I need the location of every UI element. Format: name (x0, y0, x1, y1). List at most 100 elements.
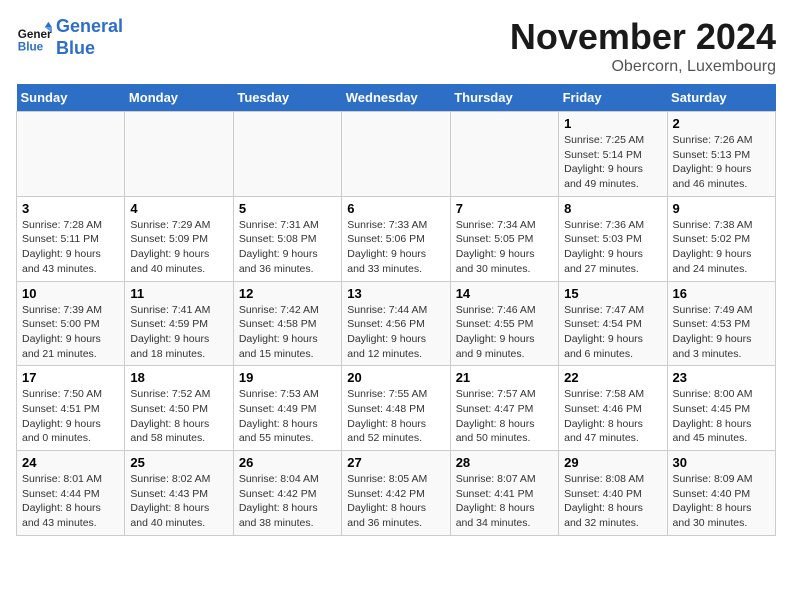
day-info: Sunrise: 7:49 AMSunset: 4:53 PMDaylight:… (673, 303, 770, 362)
day-info: Sunrise: 8:05 AMSunset: 4:42 PMDaylight:… (347, 472, 444, 531)
day-cell: 27 Sunrise: 8:05 AMSunset: 4:42 PMDayligh… (342, 451, 450, 536)
day-info: Sunrise: 7:42 AMSunset: 4:58 PMDaylight:… (239, 303, 336, 362)
day-cell: 1 Sunrise: 7:25 AMSunset: 5:14 PMDaylight… (559, 112, 667, 197)
logo-general: General (56, 16, 123, 36)
day-number: 2 (673, 116, 770, 131)
day-info: Sunrise: 7:39 AMSunset: 5:00 PMDaylight:… (22, 303, 119, 362)
day-number: 23 (673, 370, 770, 385)
day-info: Sunrise: 8:07 AMSunset: 4:41 PMDaylight:… (456, 472, 553, 531)
day-info: Sunrise: 7:31 AMSunset: 5:08 PMDaylight:… (239, 218, 336, 277)
day-number: 8 (564, 201, 661, 216)
weekday-header-friday: Friday (559, 84, 667, 112)
day-cell: 28 Sunrise: 8:07 AMSunset: 4:41 PMDayligh… (450, 451, 558, 536)
day-info: Sunrise: 7:46 AMSunset: 4:55 PMDaylight:… (456, 303, 553, 362)
day-info: Sunrise: 8:04 AMSunset: 4:42 PMDaylight:… (239, 472, 336, 531)
calendar-table: SundayMondayTuesdayWednesdayThursdayFrid… (16, 84, 776, 536)
week-row-5: 24 Sunrise: 8:01 AMSunset: 4:44 PMDayligh… (17, 451, 776, 536)
day-number: 20 (347, 370, 444, 385)
day-number: 18 (130, 370, 227, 385)
day-number: 10 (22, 286, 119, 301)
week-row-4: 17 Sunrise: 7:50 AMSunset: 4:51 PMDayligh… (17, 366, 776, 451)
day-number: 29 (564, 455, 661, 470)
day-number: 14 (456, 286, 553, 301)
day-cell (125, 112, 233, 197)
day-info: Sunrise: 7:55 AMSunset: 4:48 PMDaylight:… (347, 387, 444, 446)
logo-blue-text: Blue (56, 38, 95, 58)
weekday-header-tuesday: Tuesday (233, 84, 341, 112)
day-cell: 3Sunrise: 7:28 AMSunset: 5:11 PMDaylight… (17, 196, 125, 281)
day-cell: 24 Sunrise: 8:01 AMSunset: 4:44 PMDayligh… (17, 451, 125, 536)
day-cell: 22Sunrise: 7:58 AMSunset: 4:46 PMDayligh… (559, 366, 667, 451)
weekday-header-sunday: Sunday (17, 84, 125, 112)
week-row-3: 10 Sunrise: 7:39 AMSunset: 5:00 PMDayligh… (17, 281, 776, 366)
day-info: Sunrise: 7:26 AMSunset: 5:13 PMDaylight:… (673, 133, 770, 192)
day-cell: 16Sunrise: 7:49 AMSunset: 4:53 PMDayligh… (667, 281, 775, 366)
week-row-1: 1 Sunrise: 7:25 AMSunset: 5:14 PMDaylight… (17, 112, 776, 197)
week-row-2: 3Sunrise: 7:28 AMSunset: 5:11 PMDaylight… (17, 196, 776, 281)
day-cell: 30Sunrise: 8:09 AMSunset: 4:40 PMDayligh… (667, 451, 775, 536)
day-number: 3 (22, 201, 119, 216)
day-info: Sunrise: 8:09 AMSunset: 4:40 PMDaylight:… (673, 472, 770, 531)
day-number: 17 (22, 370, 119, 385)
day-cell: 6 Sunrise: 7:33 AMSunset: 5:06 PMDaylight… (342, 196, 450, 281)
day-info: Sunrise: 8:02 AMSunset: 4:43 PMDaylight:… (130, 472, 227, 531)
day-number: 19 (239, 370, 336, 385)
day-cell (450, 112, 558, 197)
logo-icon: General Blue (16, 20, 52, 56)
day-number: 1 (564, 116, 661, 131)
day-cell: 15 Sunrise: 7:47 AMSunset: 4:54 PMDayligh… (559, 281, 667, 366)
logo: General Blue General Blue (16, 16, 123, 59)
day-info: Sunrise: 7:47 AMSunset: 4:54 PMDaylight:… (564, 303, 661, 362)
day-cell: 8 Sunrise: 7:36 AMSunset: 5:03 PMDaylight… (559, 196, 667, 281)
weekday-header-row: SundayMondayTuesdayWednesdayThursdayFrid… (17, 84, 776, 112)
day-info: Sunrise: 8:01 AMSunset: 4:44 PMDaylight:… (22, 472, 119, 531)
svg-text:General: General (18, 28, 52, 41)
logo-text: General (56, 16, 123, 38)
month-title: November 2024 (510, 16, 776, 58)
day-cell (233, 112, 341, 197)
day-cell: 21Sunrise: 7:57 AMSunset: 4:47 PMDayligh… (450, 366, 558, 451)
day-info: Sunrise: 7:38 AMSunset: 5:02 PMDaylight:… (673, 218, 770, 277)
day-number: 6 (347, 201, 444, 216)
day-number: 22 (564, 370, 661, 385)
day-cell: 5 Sunrise: 7:31 AMSunset: 5:08 PMDaylight… (233, 196, 341, 281)
day-cell: 14 Sunrise: 7:46 AMSunset: 4:55 PMDayligh… (450, 281, 558, 366)
weekday-header-thursday: Thursday (450, 84, 558, 112)
weekday-header-monday: Monday (125, 84, 233, 112)
day-info: Sunrise: 7:25 AMSunset: 5:14 PMDaylight:… (564, 133, 661, 192)
day-cell: 20 Sunrise: 7:55 AMSunset: 4:48 PMDayligh… (342, 366, 450, 451)
day-info: Sunrise: 8:00 AMSunset: 4:45 PMDaylight:… (673, 387, 770, 446)
day-number: 27 (347, 455, 444, 470)
day-info: Sunrise: 7:41 AMSunset: 4:59 PMDaylight:… (130, 303, 227, 362)
day-cell: 4 Sunrise: 7:29 AMSunset: 5:09 PMDaylight… (125, 196, 233, 281)
day-number: 21 (456, 370, 553, 385)
weekday-header-wednesday: Wednesday (342, 84, 450, 112)
day-cell: 10 Sunrise: 7:39 AMSunset: 5:00 PMDayligh… (17, 281, 125, 366)
day-cell (342, 112, 450, 197)
day-cell (17, 112, 125, 197)
day-number: 15 (564, 286, 661, 301)
day-cell: 9Sunrise: 7:38 AMSunset: 5:02 PMDaylight… (667, 196, 775, 281)
title-area: November 2024 Obercorn, Luxembourg (510, 16, 776, 76)
day-number: 11 (130, 286, 227, 301)
day-number: 25 (130, 455, 227, 470)
day-cell: 2 Sunrise: 7:26 AMSunset: 5:13 PMDaylight… (667, 112, 775, 197)
day-info: Sunrise: 7:36 AMSunset: 5:03 PMDaylight:… (564, 218, 661, 277)
day-info: Sunrise: 7:29 AMSunset: 5:09 PMDaylight:… (130, 218, 227, 277)
location-title: Obercorn, Luxembourg (510, 58, 776, 76)
weekday-header-saturday: Saturday (667, 84, 775, 112)
day-info: Sunrise: 7:52 AMSunset: 4:50 PMDaylight:… (130, 387, 227, 446)
day-cell: 25 Sunrise: 8:02 AMSunset: 4:43 PMDayligh… (125, 451, 233, 536)
day-number: 26 (239, 455, 336, 470)
day-info: Sunrise: 8:08 AMSunset: 4:40 PMDaylight:… (564, 472, 661, 531)
day-cell: 13Sunrise: 7:44 AMSunset: 4:56 PMDayligh… (342, 281, 450, 366)
day-info: Sunrise: 7:50 AMSunset: 4:51 PMDaylight:… (22, 387, 119, 446)
day-number: 4 (130, 201, 227, 216)
day-number: 28 (456, 455, 553, 470)
day-number: 12 (239, 286, 336, 301)
day-info: Sunrise: 7:33 AMSunset: 5:06 PMDaylight:… (347, 218, 444, 277)
day-cell: 18 Sunrise: 7:52 AMSunset: 4:50 PMDayligh… (125, 366, 233, 451)
day-number: 5 (239, 201, 336, 216)
day-number: 24 (22, 455, 119, 470)
day-cell: 29 Sunrise: 8:08 AMSunset: 4:40 PMDayligh… (559, 451, 667, 536)
